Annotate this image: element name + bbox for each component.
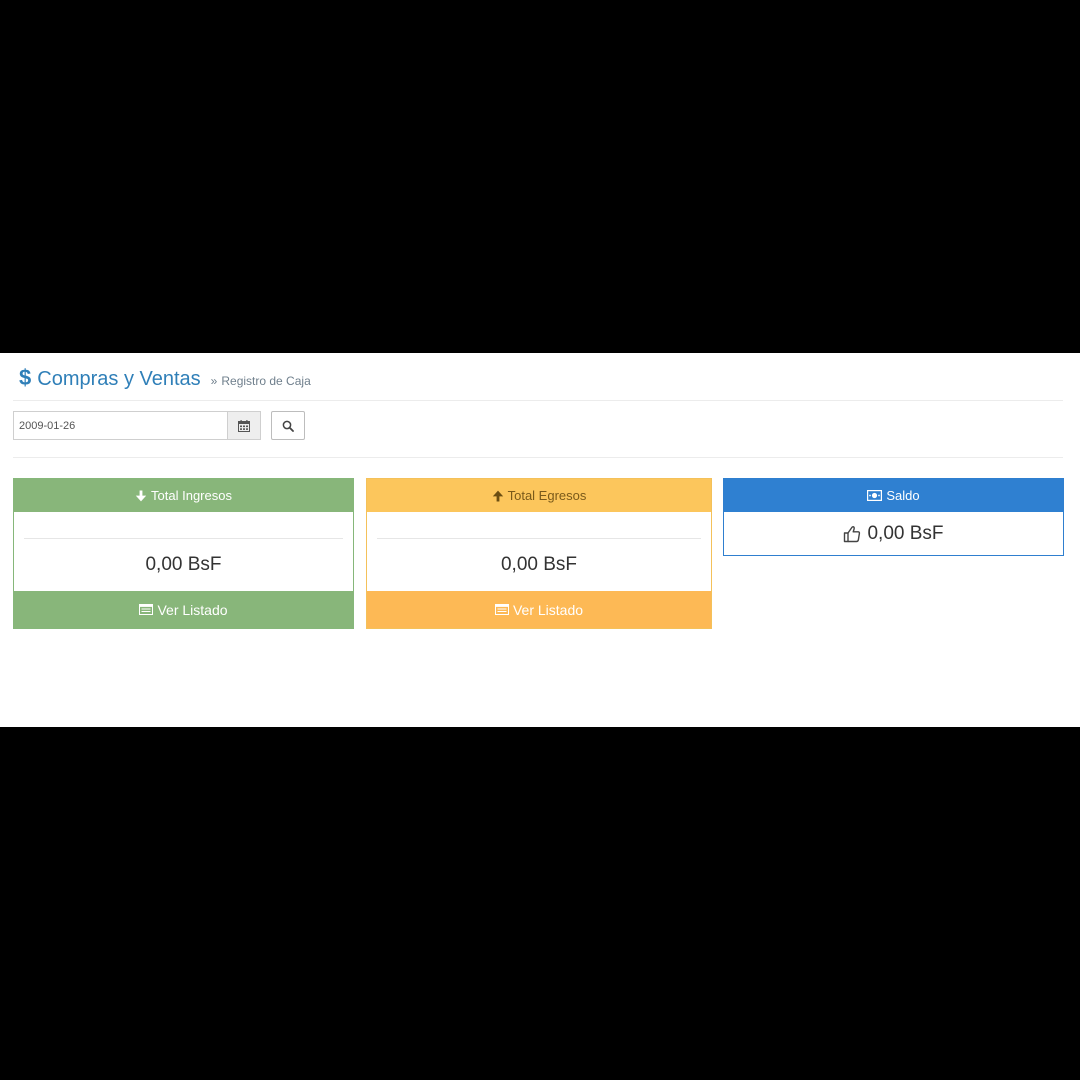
search-icon [282,420,294,432]
ingresos-ver-listado-button[interactable]: Ver Listado [14,591,353,628]
ingresos-footer-label: Ver Listado [157,601,228,618]
breadcrumb: » Registro de Caja [211,374,311,388]
calendar-icon [238,419,250,432]
thumbs-up-icon [843,525,861,543]
date-picker [13,411,261,440]
saldo-card: Saldo 0,00 BsF [723,478,1064,556]
letterbox-top [0,0,1080,353]
main-panel: $ Compras y Ventas » Registro de Caja 20… [0,353,1080,727]
ingresos-title: Total Ingresos [151,488,232,503]
egresos-amount: 0,00 BsF [500,554,578,575]
list-icon [494,604,509,615]
egresos-card: Total Egresos 0,00 BsF Ver Listado [366,478,712,629]
egresos-ver-listado-button[interactable]: Ver Listado [367,591,711,628]
saldo-title: Saldo [886,488,920,503]
ingresos-card: Total Ingresos 0,00 BsF Ver Listado [13,478,354,629]
divider [13,457,1063,458]
breadcrumb-label: Registro de Caja [221,374,311,388]
list-icon [139,604,154,615]
page-title: Compras y Ventas [37,368,201,390]
divider [377,538,701,539]
page-header: $ Compras y Ventas » Registro de Caja [19,365,311,393]
egresos-footer-label: Ver Listado [512,601,584,618]
dollar-sign-icon: $ [19,365,32,390]
ingresos-card-body: 0,00 BsF [14,512,353,591]
divider [24,538,343,539]
ingresos-amount: 0,00 BsF [145,554,222,575]
egresos-card-body: 0,00 BsF [367,512,711,591]
egresos-card-header: Total Egresos [367,479,711,512]
breadcrumb-separator: » [210,374,218,388]
money-icon [867,490,883,501]
saldo-amount: 0,00 BsF [867,522,944,544]
saldo-card-body: 0,00 BsF [724,512,1063,555]
divider [13,400,1063,401]
arrow-up-icon [492,490,504,502]
letterbox-bottom [0,727,1080,1080]
search-button[interactable] [271,411,305,440]
arrow-down-icon [135,490,147,502]
date-input[interactable] [13,411,227,440]
ingresos-card-header: Total Ingresos [14,479,353,512]
saldo-card-header: Saldo [724,479,1063,512]
calendar-button[interactable] [227,411,261,440]
egresos-title: Total Egresos [507,488,587,503]
